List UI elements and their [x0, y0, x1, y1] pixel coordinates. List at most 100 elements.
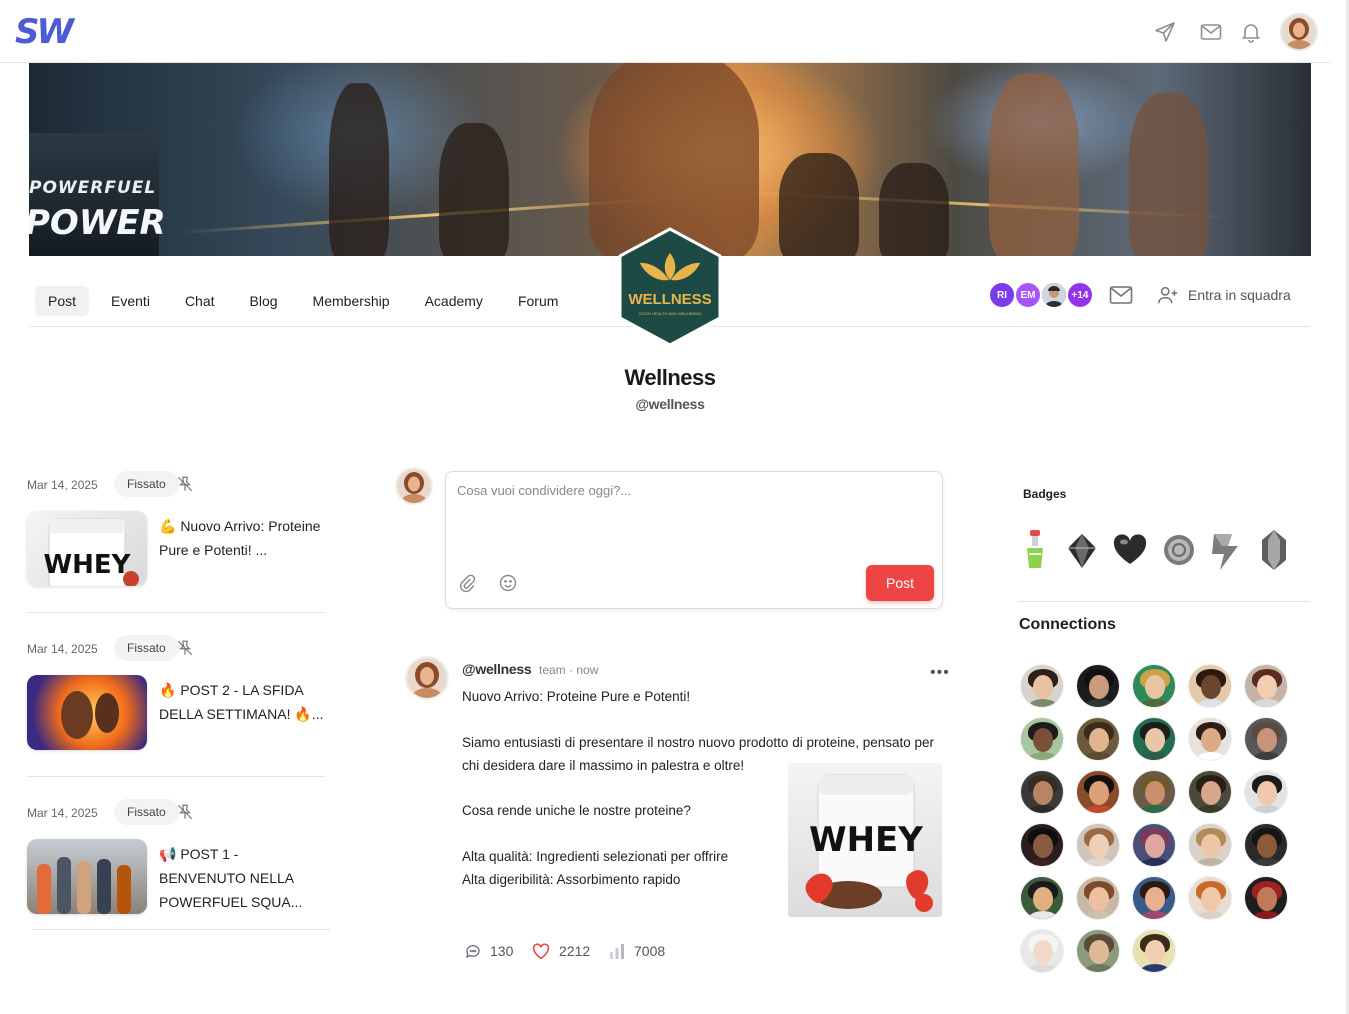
member-chip[interactable]: RI — [988, 281, 1016, 309]
connection-avatar[interactable] — [1188, 664, 1232, 708]
pinned-post-thumbnail[interactable] — [27, 839, 147, 914]
team-name: Wellness — [624, 365, 716, 390]
mail-icon[interactable] — [1199, 20, 1223, 44]
tab-chat[interactable]: Chat — [172, 286, 228, 316]
connection-avatar[interactable] — [1244, 823, 1288, 867]
post-author[interactable]: @wellness — [462, 661, 532, 677]
connection-avatar[interactable] — [1020, 717, 1064, 761]
post-meta: team · now — [539, 663, 599, 677]
top-bar: SW — [0, 0, 1330, 63]
pinned-post-date: Mar 14, 2025 — [27, 806, 98, 820]
connection-avatar[interactable] — [1188, 876, 1232, 920]
bolt-badge-icon[interactable] — [1206, 528, 1246, 572]
connection-avatar[interactable] — [1132, 717, 1176, 761]
connection-avatar[interactable] — [1244, 664, 1288, 708]
connection-avatar[interactable] — [1132, 929, 1176, 973]
pinned-post-title[interactable]: 🔥 POST 2 - LA SFIDA DELLA SETTIMANA! 🔥..… — [159, 678, 329, 726]
post-text-line: Siamo entusiasti di presentare il nostro… — [462, 735, 935, 750]
join-team-label: Entra in squadra — [1188, 287, 1291, 303]
post-text-line: chi desidera dare il massimo in palestra… — [462, 758, 745, 773]
views-bar-icon — [610, 944, 624, 959]
paper-plane-icon[interactable] — [1153, 20, 1177, 44]
divider — [27, 612, 325, 613]
likes-stat[interactable]: 2212 — [531, 942, 590, 960]
connection-avatar[interactable] — [1020, 770, 1064, 814]
more-options-icon[interactable]: ••• — [930, 664, 950, 682]
team-logo-text: WELLNESS — [628, 291, 711, 308]
connection-avatar[interactable] — [1244, 717, 1288, 761]
connection-avatar[interactable] — [1076, 717, 1120, 761]
post-image[interactable]: WHEY — [788, 763, 942, 917]
svg-text:WHEY: WHEY — [809, 820, 923, 860]
connection-avatar[interactable] — [1244, 770, 1288, 814]
composer-input[interactable]: Cosa vuoi condividere oggi?... — [457, 483, 631, 498]
connection-avatar[interactable] — [1020, 929, 1064, 973]
member-count-chip[interactable]: +14 — [1066, 281, 1094, 309]
tab-membership[interactable]: Membership — [300, 286, 403, 316]
connection-avatar[interactable] — [1076, 823, 1120, 867]
connections-title: Connections — [1019, 616, 1116, 633]
connection-avatar[interactable] — [1076, 876, 1120, 920]
pinned-post-title[interactable]: 📢 POST 1 - BENVENUTO NELLA POWERFUEL SQU… — [159, 842, 329, 914]
potion-badge-icon[interactable] — [1015, 528, 1055, 572]
team-tabs: Post Eventi Chat Blog Membership Academy… — [35, 285, 580, 316]
connection-avatar[interactable] — [1020, 876, 1064, 920]
connection-avatar[interactable] — [1188, 717, 1232, 761]
product-label-line2: POWER — [29, 203, 166, 243]
emoji-icon[interactable] — [498, 573, 518, 593]
attach-icon[interactable] — [458, 573, 478, 593]
views-stat: 7008 — [608, 942, 665, 960]
post-composer[interactable]: Cosa vuoi condividere oggi?... Post — [445, 471, 943, 609]
tab-blog[interactable]: Blog — [237, 286, 291, 316]
post-button[interactable]: Post — [866, 565, 934, 601]
connection-avatar[interactable] — [1132, 823, 1176, 867]
team-logo[interactable]: WELLNESS GOOD HEALTH AND WELLBEING — [614, 226, 726, 348]
pinned-post-thumbnail[interactable] — [27, 675, 147, 750]
svg-text:WHEY: WHEY — [43, 550, 131, 580]
message-team-icon[interactable] — [1109, 284, 1133, 306]
connection-avatar[interactable] — [1076, 664, 1120, 708]
connection-avatar[interactable] — [1020, 823, 1064, 867]
add-user-icon — [1158, 286, 1178, 304]
connection-avatar[interactable] — [1076, 770, 1120, 814]
app-logo[interactable]: SW — [15, 12, 74, 52]
join-team-button[interactable]: Entra in squadra — [1157, 284, 1291, 306]
composer-avatar — [395, 467, 433, 505]
post-text-line: Alta qualità: Ingredienti selezionati pe… — [462, 849, 729, 864]
connection-avatar[interactable] — [1244, 876, 1288, 920]
bell-icon[interactable] — [1239, 20, 1263, 44]
member-chip[interactable]: EM — [1014, 281, 1042, 309]
tab-academy[interactable]: Academy — [412, 286, 496, 316]
user-avatar[interactable] — [1280, 13, 1318, 51]
team-logo-subtext: GOOD HEALTH AND WELLBEING — [639, 311, 702, 316]
unpin-icon[interactable] — [176, 803, 194, 821]
divider — [1019, 601, 1309, 602]
connection-avatar[interactable] — [1076, 929, 1120, 973]
connection-avatar[interactable] — [1188, 770, 1232, 814]
views-count: 7008 — [634, 943, 666, 959]
tab-eventi[interactable]: Eventi — [98, 286, 163, 316]
pinned-post-thumbnail[interactable]: WHEY — [27, 511, 147, 586]
pinned-post-title[interactable]: 💪 Nuovo Arrivo: Proteine Pure e Potenti!… — [159, 514, 329, 562]
coin-badge-icon[interactable] — [1159, 528, 1199, 572]
connection-avatar[interactable] — [1188, 823, 1232, 867]
connection-avatar[interactable] — [1132, 876, 1176, 920]
comments-stat[interactable]: 130 — [464, 942, 513, 960]
comments-count: 130 — [490, 943, 514, 959]
heart-badge-icon[interactable] — [1110, 528, 1150, 572]
connection-avatar[interactable] — [1132, 664, 1176, 708]
connection-avatar[interactable] — [1132, 770, 1176, 814]
connection-avatar[interactable] — [1020, 664, 1064, 708]
tab-post[interactable]: Post — [35, 285, 90, 316]
unpin-icon[interactable] — [176, 639, 194, 657]
post-text-line: Alta digeribilità: Assorbimento rapido — [462, 872, 681, 887]
divider — [32, 929, 330, 930]
crystal-badge-icon[interactable] — [1254, 528, 1294, 572]
post-author-avatar[interactable] — [405, 656, 449, 700]
member-chip[interactable] — [1040, 281, 1068, 309]
unpin-icon[interactable] — [176, 475, 194, 493]
post-text-line: Cosa rende uniche le nostre proteine? — [462, 803, 691, 818]
diamond-badge-icon[interactable] — [1062, 528, 1102, 572]
pinned-badge: Fissato — [114, 799, 179, 825]
tab-forum[interactable]: Forum — [505, 286, 571, 316]
